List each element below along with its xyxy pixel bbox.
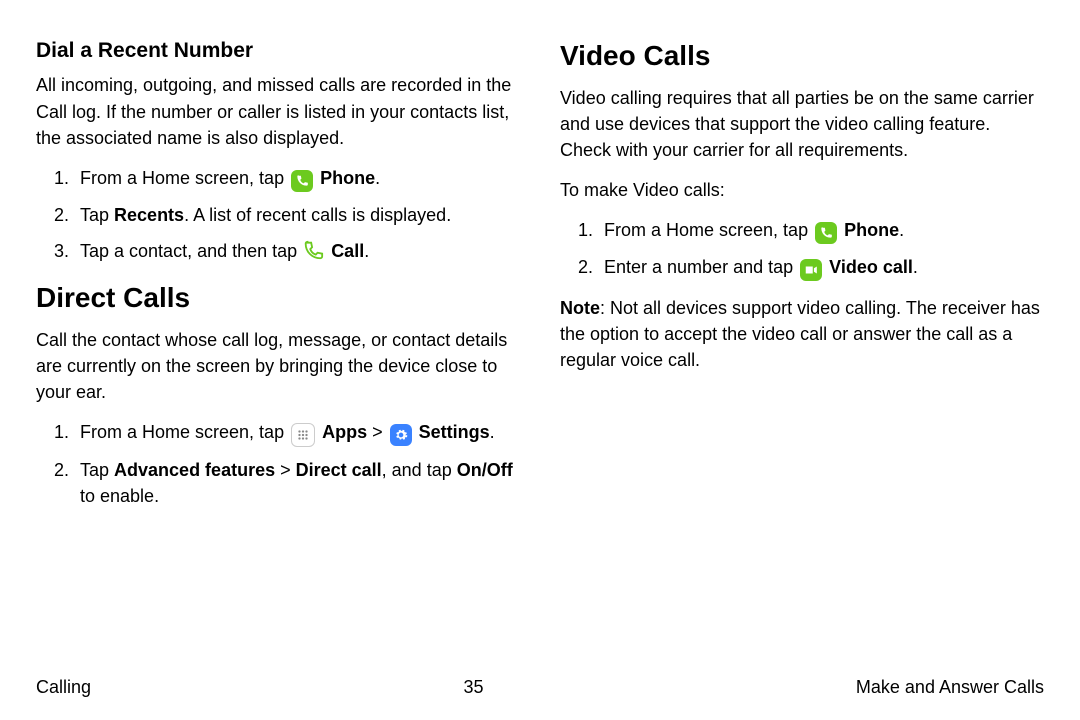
text: . A list of recent calls is displayed. — [184, 205, 451, 225]
direct-calls-steps: From a Home screen, tap Apps > Settings.… — [36, 419, 520, 509]
sep: > — [367, 422, 388, 442]
settings-icon — [390, 424, 412, 446]
text: Tap — [80, 205, 114, 225]
direct-calls-desc: Call the contact whose call log, message… — [36, 327, 520, 405]
video-calls-heading: Video Calls — [560, 36, 1044, 77]
footer-center: 35 — [463, 674, 483, 700]
dial-step-1: From a Home screen, tap Phone. — [74, 165, 520, 192]
video-call-icon — [800, 259, 822, 281]
recents-label: Recents — [114, 205, 184, 225]
note-text: : Not all devices support video calling.… — [560, 298, 1040, 370]
text: Tap — [80, 460, 114, 480]
onoff-label: On/Off — [457, 460, 513, 480]
text: Tap a contact, and then tap — [80, 241, 302, 261]
phone-icon — [815, 222, 837, 244]
dial-recent-desc: All incoming, outgoing, and missed calls… — [36, 72, 520, 150]
dial-step-2: Tap Recents. A list of recent calls is d… — [74, 202, 520, 228]
video-calls-intro: To make Video calls: — [560, 177, 1044, 203]
video-step-1: From a Home screen, tap Phone. — [598, 217, 1044, 244]
video-step-2: Enter a number and tap Video call. — [598, 254, 1044, 281]
apps-label: Apps — [322, 422, 367, 442]
adv-features-label: Advanced features — [114, 460, 275, 480]
direct-step-1: From a Home screen, tap Apps > Settings. — [74, 419, 520, 447]
direct-step-2: Tap Advanced features > Direct call, and… — [74, 457, 520, 509]
video-call-label: Video call — [829, 257, 913, 277]
text: . — [375, 168, 380, 188]
call-icon — [302, 239, 324, 261]
text: , and tap — [382, 460, 457, 480]
text: . — [490, 422, 495, 442]
page-footer: Calling 35 Make and Answer Calls — [36, 662, 1044, 700]
direct-call-label: Direct call — [296, 460, 382, 480]
phone-label: Phone — [320, 168, 375, 188]
phone-icon — [291, 170, 313, 192]
settings-label: Settings — [419, 422, 490, 442]
footer-right: Make and Answer Calls — [856, 674, 1044, 700]
video-calls-steps: From a Home screen, tap Phone. Enter a n… — [560, 217, 1044, 281]
right-column: Video Calls Video calling requires that … — [560, 30, 1044, 662]
text: to enable. — [80, 486, 159, 506]
video-calls-note: Note: Not all devices support video call… — [560, 295, 1044, 373]
footer-left: Calling — [36, 674, 91, 700]
apps-icon — [291, 423, 315, 447]
dial-recent-steps: From a Home screen, tap Phone. Tap Recen… — [36, 165, 520, 264]
text: From a Home screen, tap — [80, 168, 289, 188]
two-column-layout: Dial a Recent Number All incoming, outgo… — [36, 30, 1044, 662]
dial-step-3: Tap a contact, and then tap Call. — [74, 238, 520, 264]
video-calls-desc: Video calling requires that all parties … — [560, 85, 1044, 163]
dial-recent-heading: Dial a Recent Number — [36, 36, 520, 66]
text: From a Home screen, tap — [604, 220, 813, 240]
direct-calls-heading: Direct Calls — [36, 278, 520, 319]
text: Enter a number and tap — [604, 257, 798, 277]
text: . — [913, 257, 918, 277]
note-label: Note — [560, 298, 600, 318]
sep: > — [275, 460, 296, 480]
left-column: Dial a Recent Number All incoming, outgo… — [36, 30, 520, 662]
call-label: Call — [331, 241, 364, 261]
manual-page: Dial a Recent Number All incoming, outgo… — [0, 0, 1080, 720]
text: From a Home screen, tap — [80, 422, 289, 442]
text: . — [364, 241, 369, 261]
text: . — [899, 220, 904, 240]
phone-label: Phone — [844, 220, 899, 240]
